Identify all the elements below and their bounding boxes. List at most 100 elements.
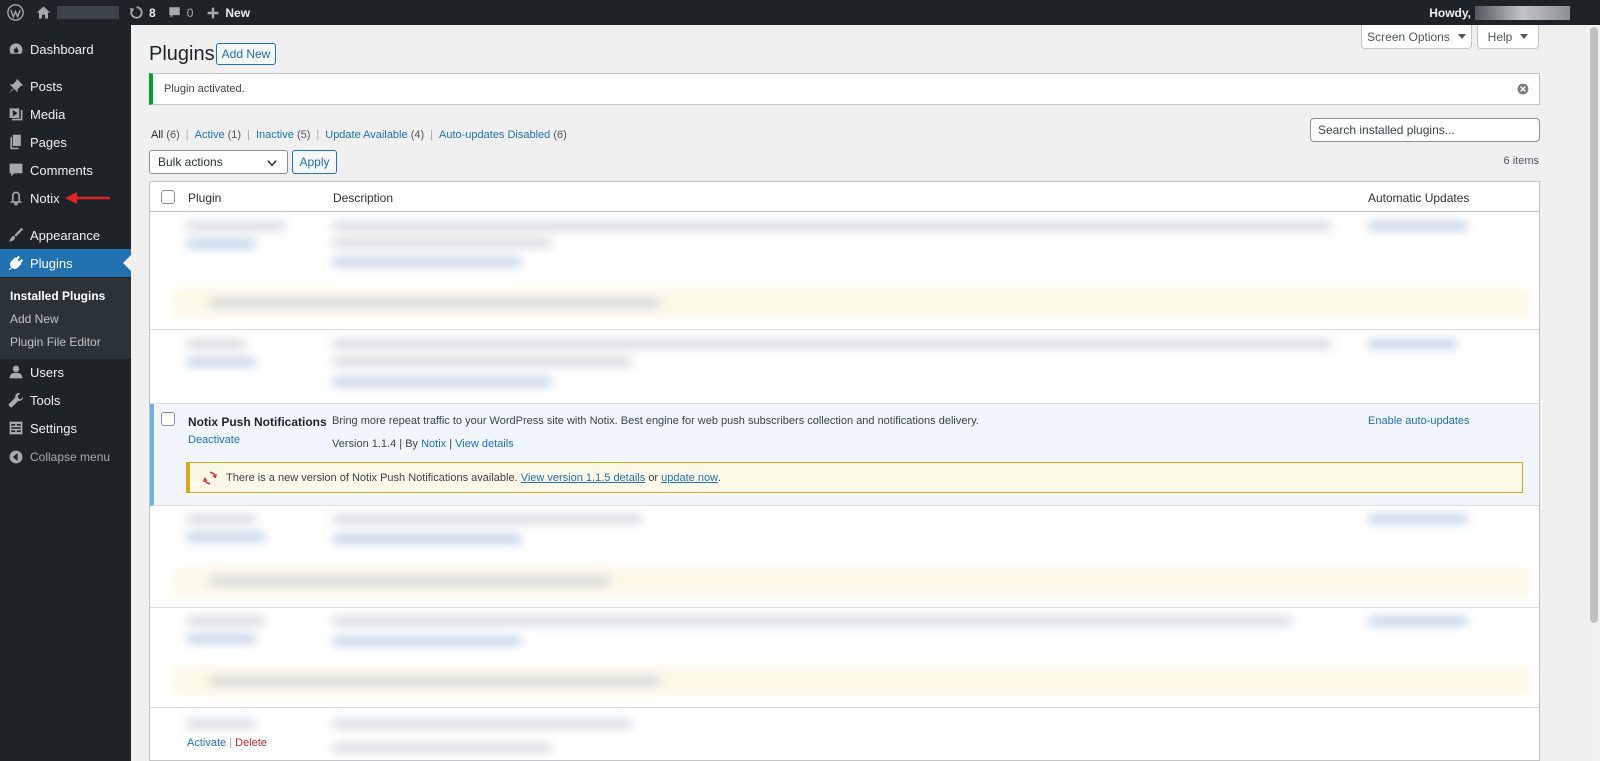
comments-menu[interactable]: 0 [164,0,202,25]
site-name-menu[interactable] [32,0,127,25]
search-plugins-input[interactable]: Search installed plugins... [1310,118,1540,142]
help-button[interactable]: Help [1477,25,1539,49]
plugin-meta: Version 1.1.4 | By Notix | View details [332,438,514,450]
filter-label: Active [194,129,225,141]
plugin-status-filters: All (6) | Active (1) | Inactive (5) | Up… [151,129,567,141]
bell-icon [8,190,24,206]
dismiss-icon[interactable] [1517,83,1529,95]
menu-pages[interactable]: Pages [0,128,131,156]
add-new-button[interactable]: Add New [216,43,276,65]
plugin-version: Version 1.1.4 [332,438,397,450]
menu-label: Users [30,364,64,380]
activate-link[interactable]: Activate [187,737,226,749]
update-text: There is a new version of Notix Push Not… [226,471,518,484]
column-description: Description [333,191,394,205]
filter-auto-updates-disabled[interactable]: Auto-updates Disabled (6) [439,129,567,141]
filter-count: (6) [166,129,180,141]
view-details-link[interactable]: View details [455,438,514,450]
new-content-menu[interactable]: New [201,0,258,25]
separator: | [316,129,320,141]
filter-label: All [151,129,164,141]
comments-count: 0 [186,5,194,20]
row-checkbox[interactable] [161,412,175,426]
table-row-blurred [150,608,1539,708]
refresh-icon [129,6,143,19]
enable-auto-updates-link[interactable]: Enable auto-updates [1368,415,1470,427]
site-name-redacted [57,6,119,19]
filter-label: Update Available [325,129,408,141]
scrollbar-thumb[interactable] [1590,27,1598,623]
deactivate-link[interactable]: Deactivate [188,434,240,446]
admin-sidebar: Dashboard Posts Media Pages Comments Not… [0,25,131,761]
plus-icon [207,7,219,18]
user-icon [8,364,24,380]
bulk-actions-select[interactable]: Bulk actions [149,150,288,174]
table-row-blurred [150,708,1539,760]
redacted-content [150,506,1539,607]
menu-comments[interactable]: Comments [0,156,131,184]
delete-link[interactable]: Delete [235,737,267,749]
updates-menu[interactable]: 8 [127,0,164,25]
view-version-details-link[interactable]: View version 1.1.5 details [521,472,646,484]
submenu-installed-plugins[interactable]: Installed Plugins [10,289,105,303]
filter-inactive[interactable]: Inactive (5) [256,129,310,141]
menu-appearance[interactable]: Appearance [0,221,131,249]
plug-icon [8,255,24,271]
plugins-submenu: Installed Plugins Add New Plugin File Ed… [0,278,131,359]
pages-icon [8,134,24,150]
menu-label: Plugins [30,255,73,271]
menu-label: Settings [30,420,77,436]
filter-all[interactable]: All (6) [151,129,180,141]
wordpress-logo-icon [7,4,24,21]
search-placeholder: Search installed plugins... [1318,123,1455,137]
screen-options-button[interactable]: Screen Options [1361,25,1472,49]
column-automatic-updates: Automatic Updates [1368,191,1470,205]
plugin-description: Bring more repeat traffic to your WordPr… [332,415,979,427]
author-link[interactable]: Notix [421,438,446,450]
home-icon [36,6,51,19]
plugins-table: Plugin Description Automatic Updates Not… [149,181,1540,761]
menu-users[interactable]: Users [0,358,131,386]
settings-icon [8,420,24,436]
apply-button[interactable]: Apply [292,150,337,174]
menu-plugins[interactable]: Plugins [0,249,131,277]
admin-bar: 8 0 New Howdy, [0,0,1600,25]
update-now-link[interactable]: update now [661,472,718,484]
filter-active[interactable]: Active (1) [195,129,241,141]
table-row-blurred [150,213,1539,330]
menu-label: Comments [30,162,93,178]
update-or: or [648,471,659,484]
collapse-icon [8,449,24,465]
menu-dashboard[interactable]: Dashboard [0,35,131,63]
help-label: Help [1487,29,1513,44]
wp-logo-menu[interactable] [0,0,32,25]
collapse-menu-button[interactable]: Collapse menu [0,443,131,471]
update-available-notice: There is a new version of Notix Push Not… [186,462,1523,493]
items-count: 6 items [1503,155,1539,167]
last-row-actions: Activate | Delete [187,737,267,749]
submenu-plugin-file-editor[interactable]: Plugin File Editor [10,335,101,349]
filter-update-available[interactable]: Update Available (4) [325,129,424,141]
separator: | [430,129,433,141]
menu-tools[interactable]: Tools [0,386,131,414]
bulk-actions-value: Bulk actions [158,155,223,169]
my-account-menu[interactable]: Howdy, [1421,0,1600,25]
menu-posts[interactable]: Posts [0,72,131,100]
page-scrollbar[interactable] [1588,25,1600,761]
submenu-add-new[interactable]: Add New [10,312,59,326]
menu-media[interactable]: Media [0,100,131,128]
comment-icon [8,162,24,178]
menu-label: Posts [30,78,63,94]
dashboard-icon [8,41,24,57]
filter-label: Auto-updates Disabled [439,129,551,141]
filter-label: Inactive [255,129,294,141]
page-title: Plugins [149,43,215,65]
menu-label: Pages [30,134,67,150]
menu-label: Media [30,106,66,122]
filter-count: (5) [296,129,311,141]
menu-settings[interactable]: Settings [0,414,131,442]
menu-label: Notix [30,190,60,206]
redacted-content [150,213,1539,329]
redacted-content [150,608,1539,707]
select-all-checkbox[interactable] [161,190,175,204]
